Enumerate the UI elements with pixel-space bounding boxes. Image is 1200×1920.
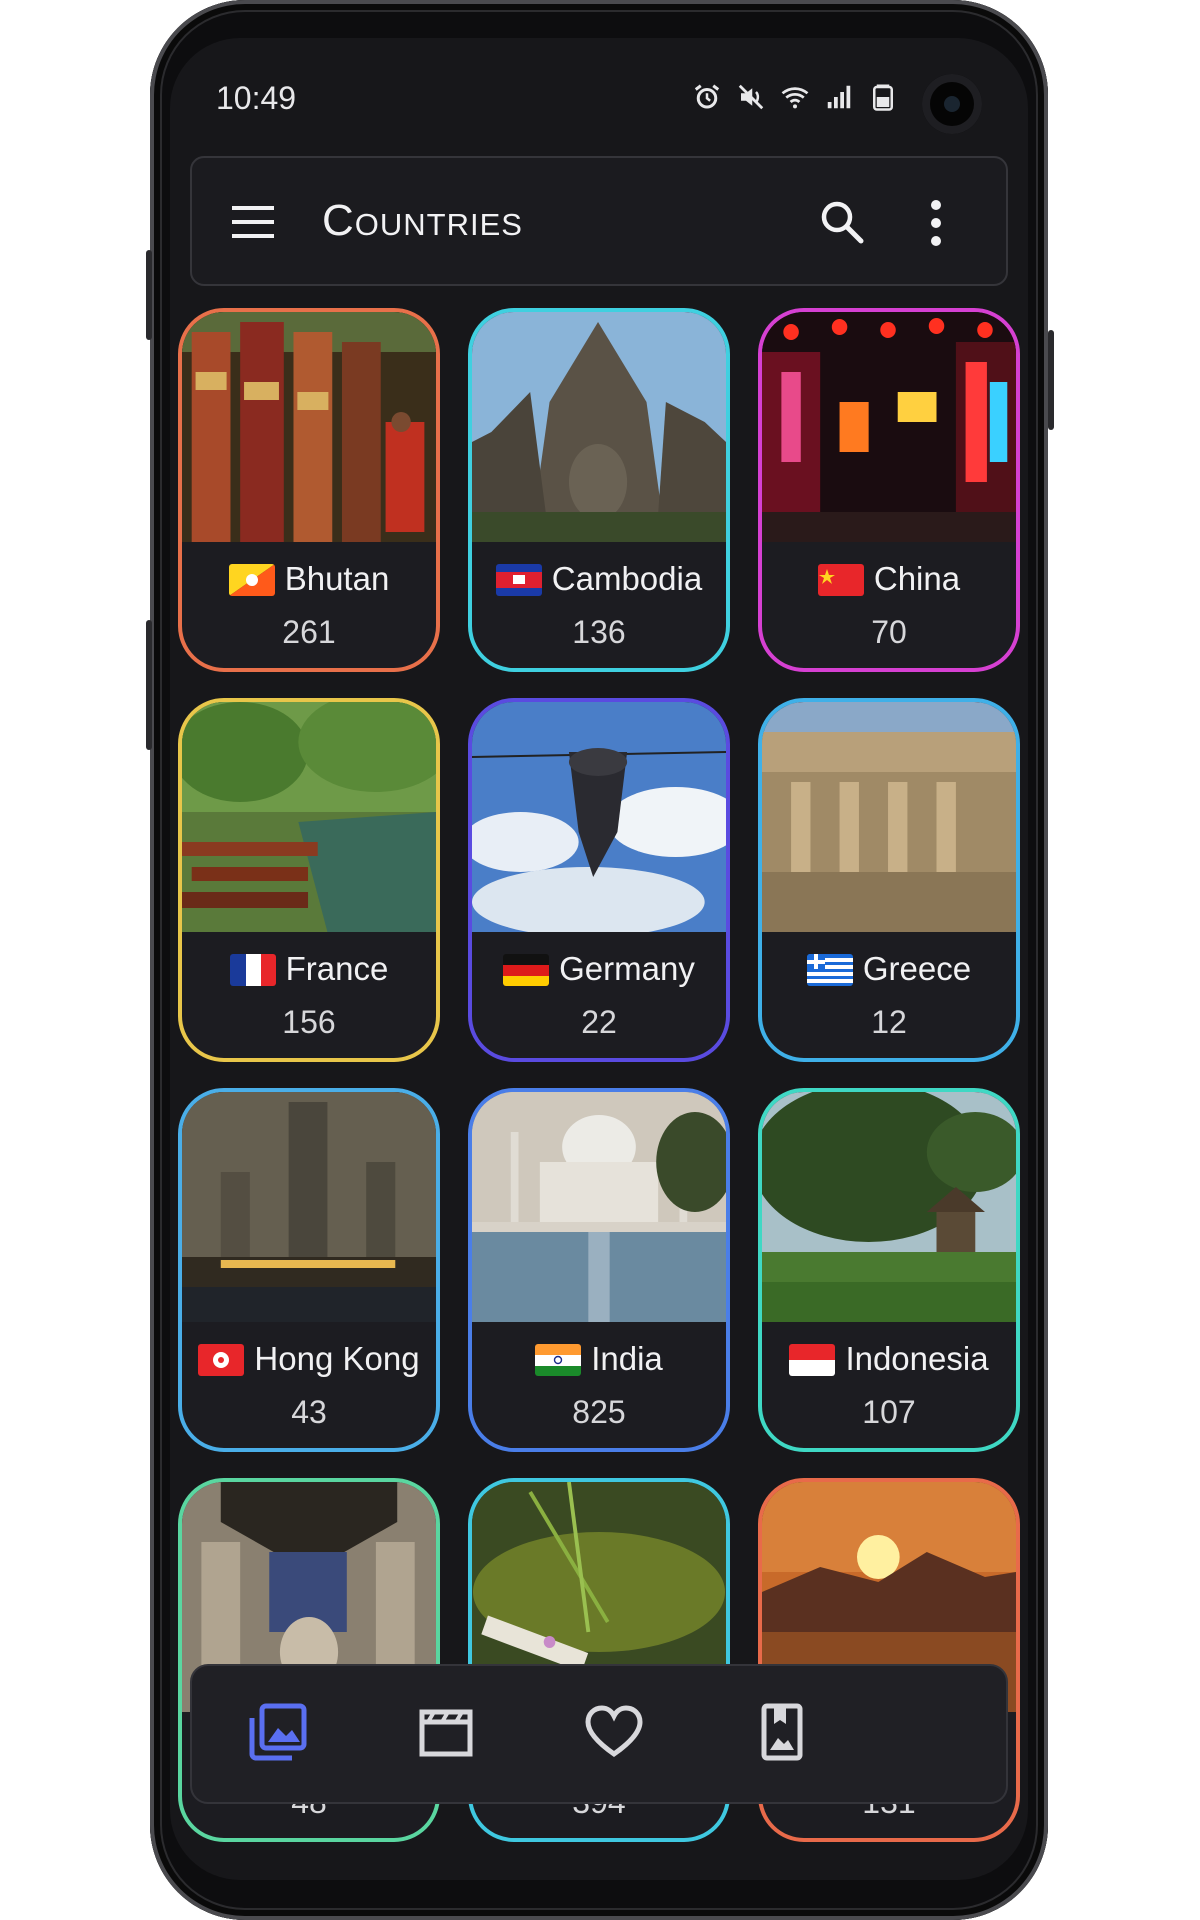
more-options-icon[interactable] <box>926 198 946 248</box>
photo-count: 22 <box>581 1004 617 1040</box>
photo-count: 12 <box>871 1004 907 1040</box>
country-card-hong-kong[interactable]: Hong Kong 43 <box>178 1088 440 1452</box>
country-card-france[interactable]: France 156 <box>178 698 440 1062</box>
battery-icon <box>873 84 893 111</box>
france-photo <box>182 702 436 932</box>
hong-kong-flag-icon <box>198 1344 245 1376</box>
china-photo <box>762 312 1016 542</box>
status-time: 10:49 <box>216 80 297 116</box>
cambodia-flag-icon <box>495 564 542 596</box>
photo-count: 261 <box>282 614 336 650</box>
volume-button <box>146 250 152 340</box>
power-button <box>1048 330 1054 430</box>
alarm-icon <box>694 84 720 109</box>
country-card-china[interactable]: China 70 <box>758 308 1020 672</box>
photo-count: 156 <box>282 1004 336 1040</box>
bookmark-photo-icon[interactable] <box>752 1702 812 1762</box>
india-photo <box>472 1092 726 1322</box>
wifi-icon <box>781 87 809 109</box>
movie-clapper-icon[interactable] <box>416 1702 476 1762</box>
photo-count: 825 <box>572 1394 626 1430</box>
photo-library-icon[interactable] <box>248 1702 308 1762</box>
front-camera <box>922 74 982 134</box>
china-flag-icon <box>817 564 864 596</box>
germany-photo <box>472 702 726 932</box>
hong-kong-photo <box>182 1092 436 1322</box>
bhutan-flag-icon <box>228 564 275 596</box>
app-bar: Countries <box>190 156 1008 286</box>
germany-flag-icon <box>503 954 550 986</box>
country-card-greece[interactable]: Greece 12 <box>758 698 1020 1062</box>
photo-count: 107 <box>862 1394 916 1430</box>
country-label: Indonesia <box>762 1340 1016 1378</box>
bhutan-photo <box>182 312 436 542</box>
screen: 10:49 Countries Bhutan 261 Cambodia 136 … <box>170 38 1028 1880</box>
heart-icon[interactable] <box>584 1702 644 1762</box>
country-label: Greece <box>762 950 1016 988</box>
bottom-navigation <box>190 1664 1008 1804</box>
indonesia-photo <box>762 1092 1016 1322</box>
status-icons <box>692 82 898 112</box>
cambodia-photo <box>472 312 726 542</box>
search-icon[interactable] <box>818 198 866 246</box>
photo-count: 70 <box>871 614 907 650</box>
country-label: Germany <box>472 950 726 988</box>
status-bar: 10:49 <box>170 38 1028 158</box>
country-card-cambodia[interactable]: Cambodia 136 <box>468 308 730 672</box>
photo-count: 43 <box>291 1394 327 1430</box>
greece-photo <box>762 702 1016 932</box>
country-label: Bhutan <box>182 560 436 598</box>
menu-icon[interactable] <box>230 202 276 242</box>
country-card-india[interactable]: India 825 <box>468 1088 730 1452</box>
country-card-bhutan[interactable]: Bhutan 261 <box>178 308 440 672</box>
page-title: Countries <box>322 196 523 245</box>
country-label: Hong Kong <box>182 1340 436 1378</box>
bixby-button <box>146 620 152 750</box>
country-card-germany[interactable]: Germany 22 <box>468 698 730 1062</box>
photo-count: 136 <box>572 614 626 650</box>
mute-icon <box>738 84 764 110</box>
indonesia-flag-icon <box>789 1344 836 1376</box>
country-label: France <box>182 950 436 988</box>
country-card-indonesia[interactable]: Indonesia 107 <box>758 1088 1020 1452</box>
greece-flag-icon <box>806 954 853 986</box>
country-label: India <box>472 1340 726 1378</box>
signal-icon <box>827 85 851 109</box>
india-flag-icon <box>535 1344 582 1376</box>
france-flag-icon <box>229 954 276 986</box>
country-label: Cambodia <box>472 560 726 598</box>
country-label: China <box>762 560 1016 598</box>
